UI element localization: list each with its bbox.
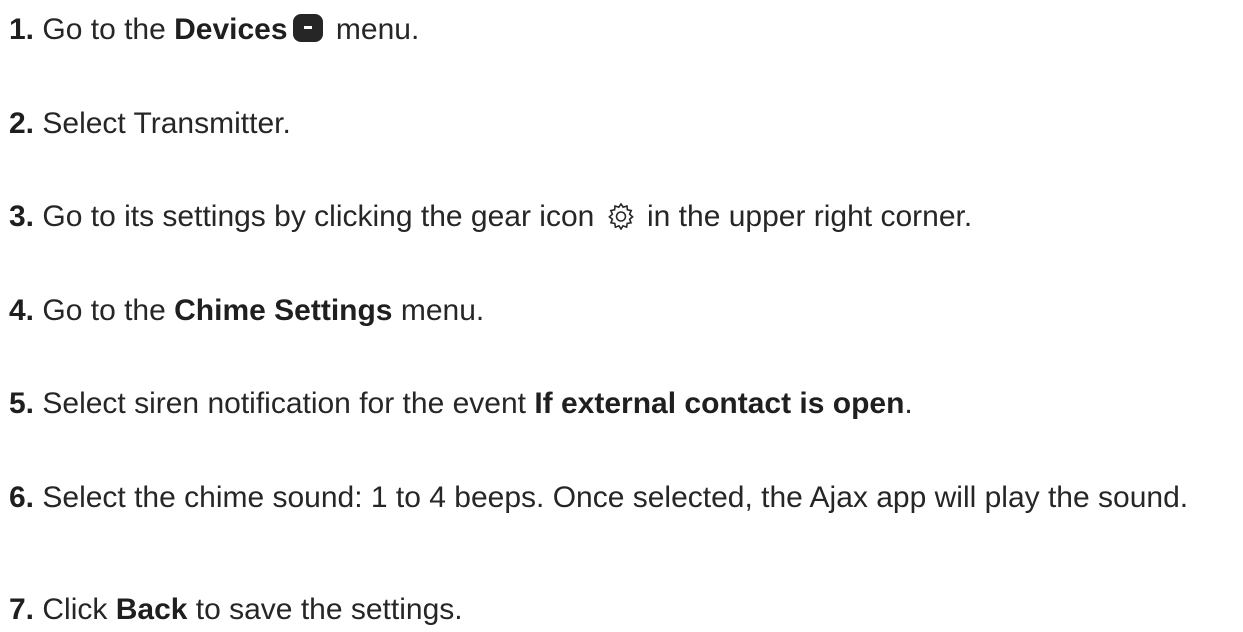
step-text: Go to the xyxy=(42,294,175,327)
step-bold-text: Devices xyxy=(174,13,288,46)
gear-icon xyxy=(607,199,635,243)
step-text: Click xyxy=(42,593,116,626)
step-7: 7. Click Back to save the settings. xyxy=(9,588,1235,632)
instruction-steps: 1. Go to the Devices menu. 2. Select Tra… xyxy=(0,0,1243,626)
step-bold-text: If external contact is open xyxy=(534,387,905,420)
step-number: 5. xyxy=(9,387,35,420)
step-text: Select siren notification for the event xyxy=(42,387,535,420)
step-number: 7. xyxy=(9,593,35,626)
step-text: menu. xyxy=(392,294,485,327)
step-text: Select Transmitter. xyxy=(42,107,291,140)
step-number: 1. xyxy=(9,13,35,46)
step-text: Go to the xyxy=(42,13,175,46)
step-text: menu. xyxy=(327,13,420,46)
step-number: 6. xyxy=(9,481,35,514)
step-2: 2. Select Transmitter. xyxy=(9,102,1235,146)
step-text: Select the chime sound: 1 to 4 beeps. On… xyxy=(42,481,1189,514)
step-text: Go to its settings by clicking the gear … xyxy=(42,200,603,233)
step-3: 3. Go to its settings by clicking the ge… xyxy=(9,195,1235,243)
devices-icon xyxy=(292,12,324,56)
step-number: 4. xyxy=(9,294,35,327)
step-text: . xyxy=(904,387,913,420)
step-5: 5. Select siren notification for the eve… xyxy=(9,382,1235,426)
step-text: to save the settings. xyxy=(187,593,463,626)
step-text: in the upper right corner. xyxy=(638,200,973,233)
step-1: 1. Go to the Devices menu. xyxy=(9,8,1235,56)
step-number: 3. xyxy=(9,200,35,233)
step-4: 4. Go to the Chime Settings menu. xyxy=(9,289,1235,333)
step-6: 6. Select the chime sound: 1 to 4 beeps.… xyxy=(9,476,1235,520)
step-number: 2. xyxy=(9,107,35,140)
step-bold-text: Chime Settings xyxy=(174,294,393,327)
step-bold-text: Back xyxy=(115,593,188,626)
